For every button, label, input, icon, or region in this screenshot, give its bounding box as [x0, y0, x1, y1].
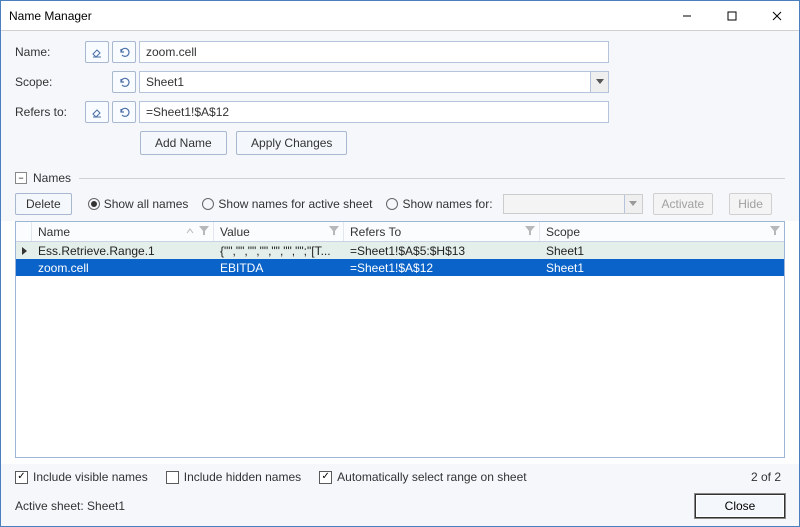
active-sheet-label: Active sheet: Sheet1 [15, 499, 125, 513]
grid-body[interactable]: Ess.Retrieve.Range.1 {"","","","","","",… [16, 242, 784, 457]
sort-asc-icon [185, 225, 195, 239]
include-visible-label: Include visible names [33, 470, 148, 484]
apply-changes-button[interactable]: Apply Changes [236, 131, 347, 155]
col-header-name-label: Name [38, 225, 70, 239]
show-for-combo[interactable] [503, 194, 643, 214]
names-toolbar: Delete Show all names Show names for act… [1, 187, 799, 221]
include-hidden-check[interactable]: Include hidden names [166, 470, 301, 484]
table-row[interactable]: zoom.cell EBITDA =Sheet1!$A$12 Sheet1 [16, 259, 784, 276]
divider [79, 178, 785, 179]
eraser-icon [91, 46, 103, 58]
radio-show-for[interactable]: Show names for: [386, 197, 492, 211]
close-button[interactable]: Close [695, 494, 785, 518]
add-name-button[interactable]: Add Name [140, 131, 227, 155]
activate-button[interactable]: Activate [653, 193, 714, 215]
minimize-button[interactable] [664, 1, 709, 31]
radio-show-all[interactable]: Show all names [88, 197, 189, 211]
maximize-button[interactable] [709, 1, 754, 31]
col-header-refers[interactable]: Refers To [344, 222, 540, 241]
refers-label: Refers to: [15, 105, 85, 119]
name-manager-window: Name Manager Name: Scope: [0, 0, 800, 527]
scope-combo[interactable]: Sheet1 [139, 71, 609, 93]
col-header-refers-label: Refers To [350, 225, 401, 239]
name-clear-button[interactable] [85, 41, 109, 63]
bottom-bar: Active sheet: Sheet1 Close [1, 490, 799, 526]
filter-radio-group: Show all names Show names for active she… [88, 197, 493, 211]
auto-select-check[interactable]: Automatically select range on sheet [319, 470, 526, 484]
radio-show-for-label: Show names for: [402, 197, 492, 211]
include-visible-check[interactable]: Include visible names [15, 470, 148, 484]
col-header-value[interactable]: Value [214, 222, 344, 241]
row-count-label: 2 of 2 [751, 470, 785, 484]
close-icon [772, 11, 782, 21]
names-grid: Name Value Refers To [15, 221, 785, 458]
scope-combo-value: Sheet1 [140, 75, 590, 89]
refers-undo-button[interactable] [112, 101, 136, 123]
delete-button[interactable]: Delete [15, 193, 72, 215]
row-scope: Scope: Sheet1 [15, 71, 785, 93]
radio-show-all-label: Show all names [104, 197, 189, 211]
cell-refers: =Sheet1!$A$5:$H$13 [344, 244, 540, 258]
eraser-icon [91, 106, 103, 118]
footer-options: Include visible names Include hidden nam… [1, 464, 799, 490]
filter-icon[interactable] [199, 225, 209, 239]
row-indicator [16, 242, 32, 259]
row-refers: Refers to: [15, 101, 785, 123]
cell-scope: Sheet1 [540, 261, 784, 275]
minimize-icon [682, 11, 692, 21]
radio-show-active-label: Show names for active sheet [218, 197, 372, 211]
auto-select-label: Automatically select range on sheet [337, 470, 526, 484]
checkbox-icon [15, 471, 28, 484]
cell-name: Ess.Retrieve.Range.1 [32, 244, 214, 258]
radio-icon [88, 198, 100, 210]
grid-header: Name Value Refers To [16, 222, 784, 242]
chevron-down-icon [590, 72, 608, 92]
close-window-button[interactable] [754, 1, 799, 31]
titlebar: Name Manager [1, 1, 799, 31]
refers-clear-button[interactable] [85, 101, 109, 123]
form-buttons: Add Name Apply Changes [140, 131, 785, 155]
collapse-toggle[interactable]: − [15, 172, 27, 184]
table-row[interactable]: Ess.Retrieve.Range.1 {"","","","","","",… [16, 242, 784, 259]
undo-icon [118, 76, 130, 88]
filter-icon[interactable] [525, 225, 535, 239]
col-header-scope-label: Scope [546, 225, 580, 239]
include-hidden-label: Include hidden names [184, 470, 301, 484]
undo-icon [118, 106, 130, 118]
grid-header-gutter [16, 222, 32, 241]
maximize-icon [727, 11, 737, 21]
row-name: Name: [15, 41, 785, 63]
form-area: Name: Scope: Sheet1 Refers to: [1, 31, 799, 169]
scope-undo-button[interactable] [112, 71, 136, 93]
checkbox-icon [319, 471, 332, 484]
window-title: Name Manager [1, 9, 664, 23]
name-input[interactable] [139, 41, 609, 63]
name-label: Name: [15, 45, 85, 59]
refers-input[interactable] [139, 101, 609, 123]
filter-icon[interactable] [329, 225, 339, 239]
names-section-title: Names [33, 171, 71, 185]
chevron-down-icon [624, 195, 642, 213]
radio-icon [202, 198, 214, 210]
cell-refers: =Sheet1!$A$12 [344, 261, 540, 275]
undo-icon [118, 46, 130, 58]
scope-label: Scope: [15, 75, 85, 89]
col-header-name[interactable]: Name [32, 222, 214, 241]
cell-value: {"","","","","","","";"[T... [214, 244, 344, 258]
col-header-value-label: Value [220, 225, 250, 239]
cell-value: EBITDA [214, 261, 344, 275]
filter-icon[interactable] [770, 225, 780, 239]
radio-show-active[interactable]: Show names for active sheet [202, 197, 372, 211]
name-undo-button[interactable] [112, 41, 136, 63]
cell-scope: Sheet1 [540, 244, 784, 258]
radio-icon [386, 198, 398, 210]
row-indicator [16, 259, 32, 276]
col-header-scope[interactable]: Scope [540, 222, 784, 241]
checkbox-icon [166, 471, 179, 484]
cell-name: zoom.cell [32, 261, 214, 275]
hide-button[interactable]: Hide [729, 193, 772, 215]
names-section-header: − Names [1, 169, 799, 187]
